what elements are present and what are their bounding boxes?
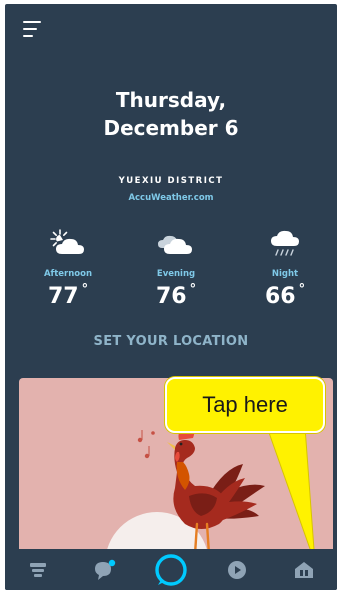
forecast-label: Evening	[156, 269, 196, 279]
weather-district: YUEXIU DISTRICT	[118, 176, 224, 186]
tap-here-callout: Tap here	[165, 377, 325, 564]
forecast-afternoon: Afternoon 77 °	[23, 226, 113, 309]
forecast-evening: Evening 76 °	[131, 226, 221, 309]
date-heading: Thursday, December 6	[5, 86, 337, 142]
alexa-ring-icon[interactable]	[151, 550, 191, 590]
date-day: December 6	[103, 116, 239, 140]
play-icon[interactable]	[217, 550, 257, 590]
forecast-temp: 76 °	[155, 282, 197, 309]
callout-box: Tap here	[165, 377, 325, 433]
weather-source-link[interactable]: AccuWeather.com	[5, 193, 337, 203]
rain-cloud-icon	[240, 226, 330, 260]
forecast-label: Night	[271, 269, 299, 279]
smart-home-icon[interactable]	[284, 550, 324, 590]
forecast-label: Afternoon	[43, 269, 93, 279]
forecast-temp: 66 °	[264, 282, 306, 309]
bottom-nav	[5, 549, 337, 590]
forecast-night: Night 66 °	[240, 226, 330, 309]
forecast-temp: 77 °	[47, 282, 89, 309]
partly-sunny-icon	[23, 226, 113, 260]
home-list-icon[interactable]	[18, 550, 58, 590]
chat-bubble-icon[interactable]	[85, 550, 125, 590]
set-location-link[interactable]: SET YOUR LOCATION	[5, 334, 337, 349]
date-weekday: Thursday,	[115, 88, 227, 112]
alexa-app-screen: Thursday, December 6 YUEXIU DISTRICT Acc…	[5, 4, 337, 590]
hamburger-menu-icon[interactable]	[23, 21, 45, 41]
cloudy-icon	[131, 226, 221, 260]
